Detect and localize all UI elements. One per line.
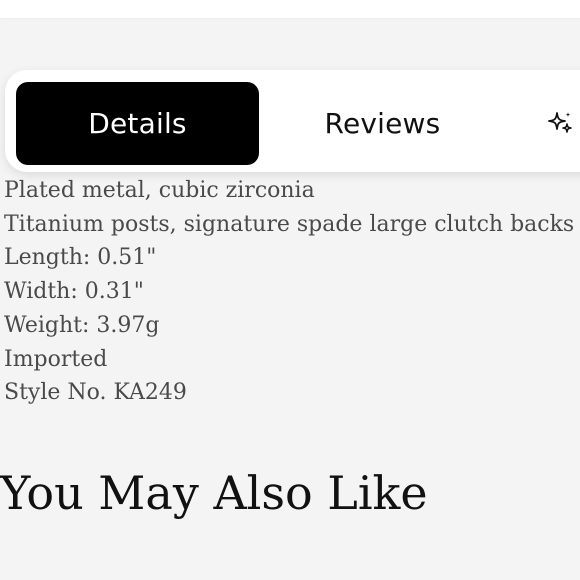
tab-reviews[interactable]: Reviews xyxy=(270,82,495,165)
tab-ai-sparkle[interactable] xyxy=(545,82,580,165)
detail-material: Plated metal, cubic zirconia xyxy=(4,178,315,203)
detail-style-number: Style No. KA249 xyxy=(4,380,187,406)
detail-width: Width: 0.31" xyxy=(4,279,144,305)
product-details-list: Plated metal, cubic zirconia Titanium po… xyxy=(4,174,574,410)
product-page: Details Reviews Plated metal, cubic zirc… xyxy=(0,0,580,580)
you-may-also-like-heading: You May Also Like xyxy=(0,466,428,520)
detail-origin: Imported xyxy=(4,346,108,372)
sparkle-icon xyxy=(548,111,572,133)
tab-details-label: Details xyxy=(88,107,187,140)
tab-details[interactable]: Details xyxy=(16,82,259,165)
detail-weight: Weight: 3.97g xyxy=(4,312,160,338)
product-tab-bar: Details Reviews xyxy=(5,70,580,172)
tab-reviews-label: Reviews xyxy=(324,107,441,140)
detail-posts: Titanium posts, signature spade large cl… xyxy=(4,211,575,237)
top-card xyxy=(0,0,580,18)
detail-length: Length: 0.51" xyxy=(4,245,157,271)
